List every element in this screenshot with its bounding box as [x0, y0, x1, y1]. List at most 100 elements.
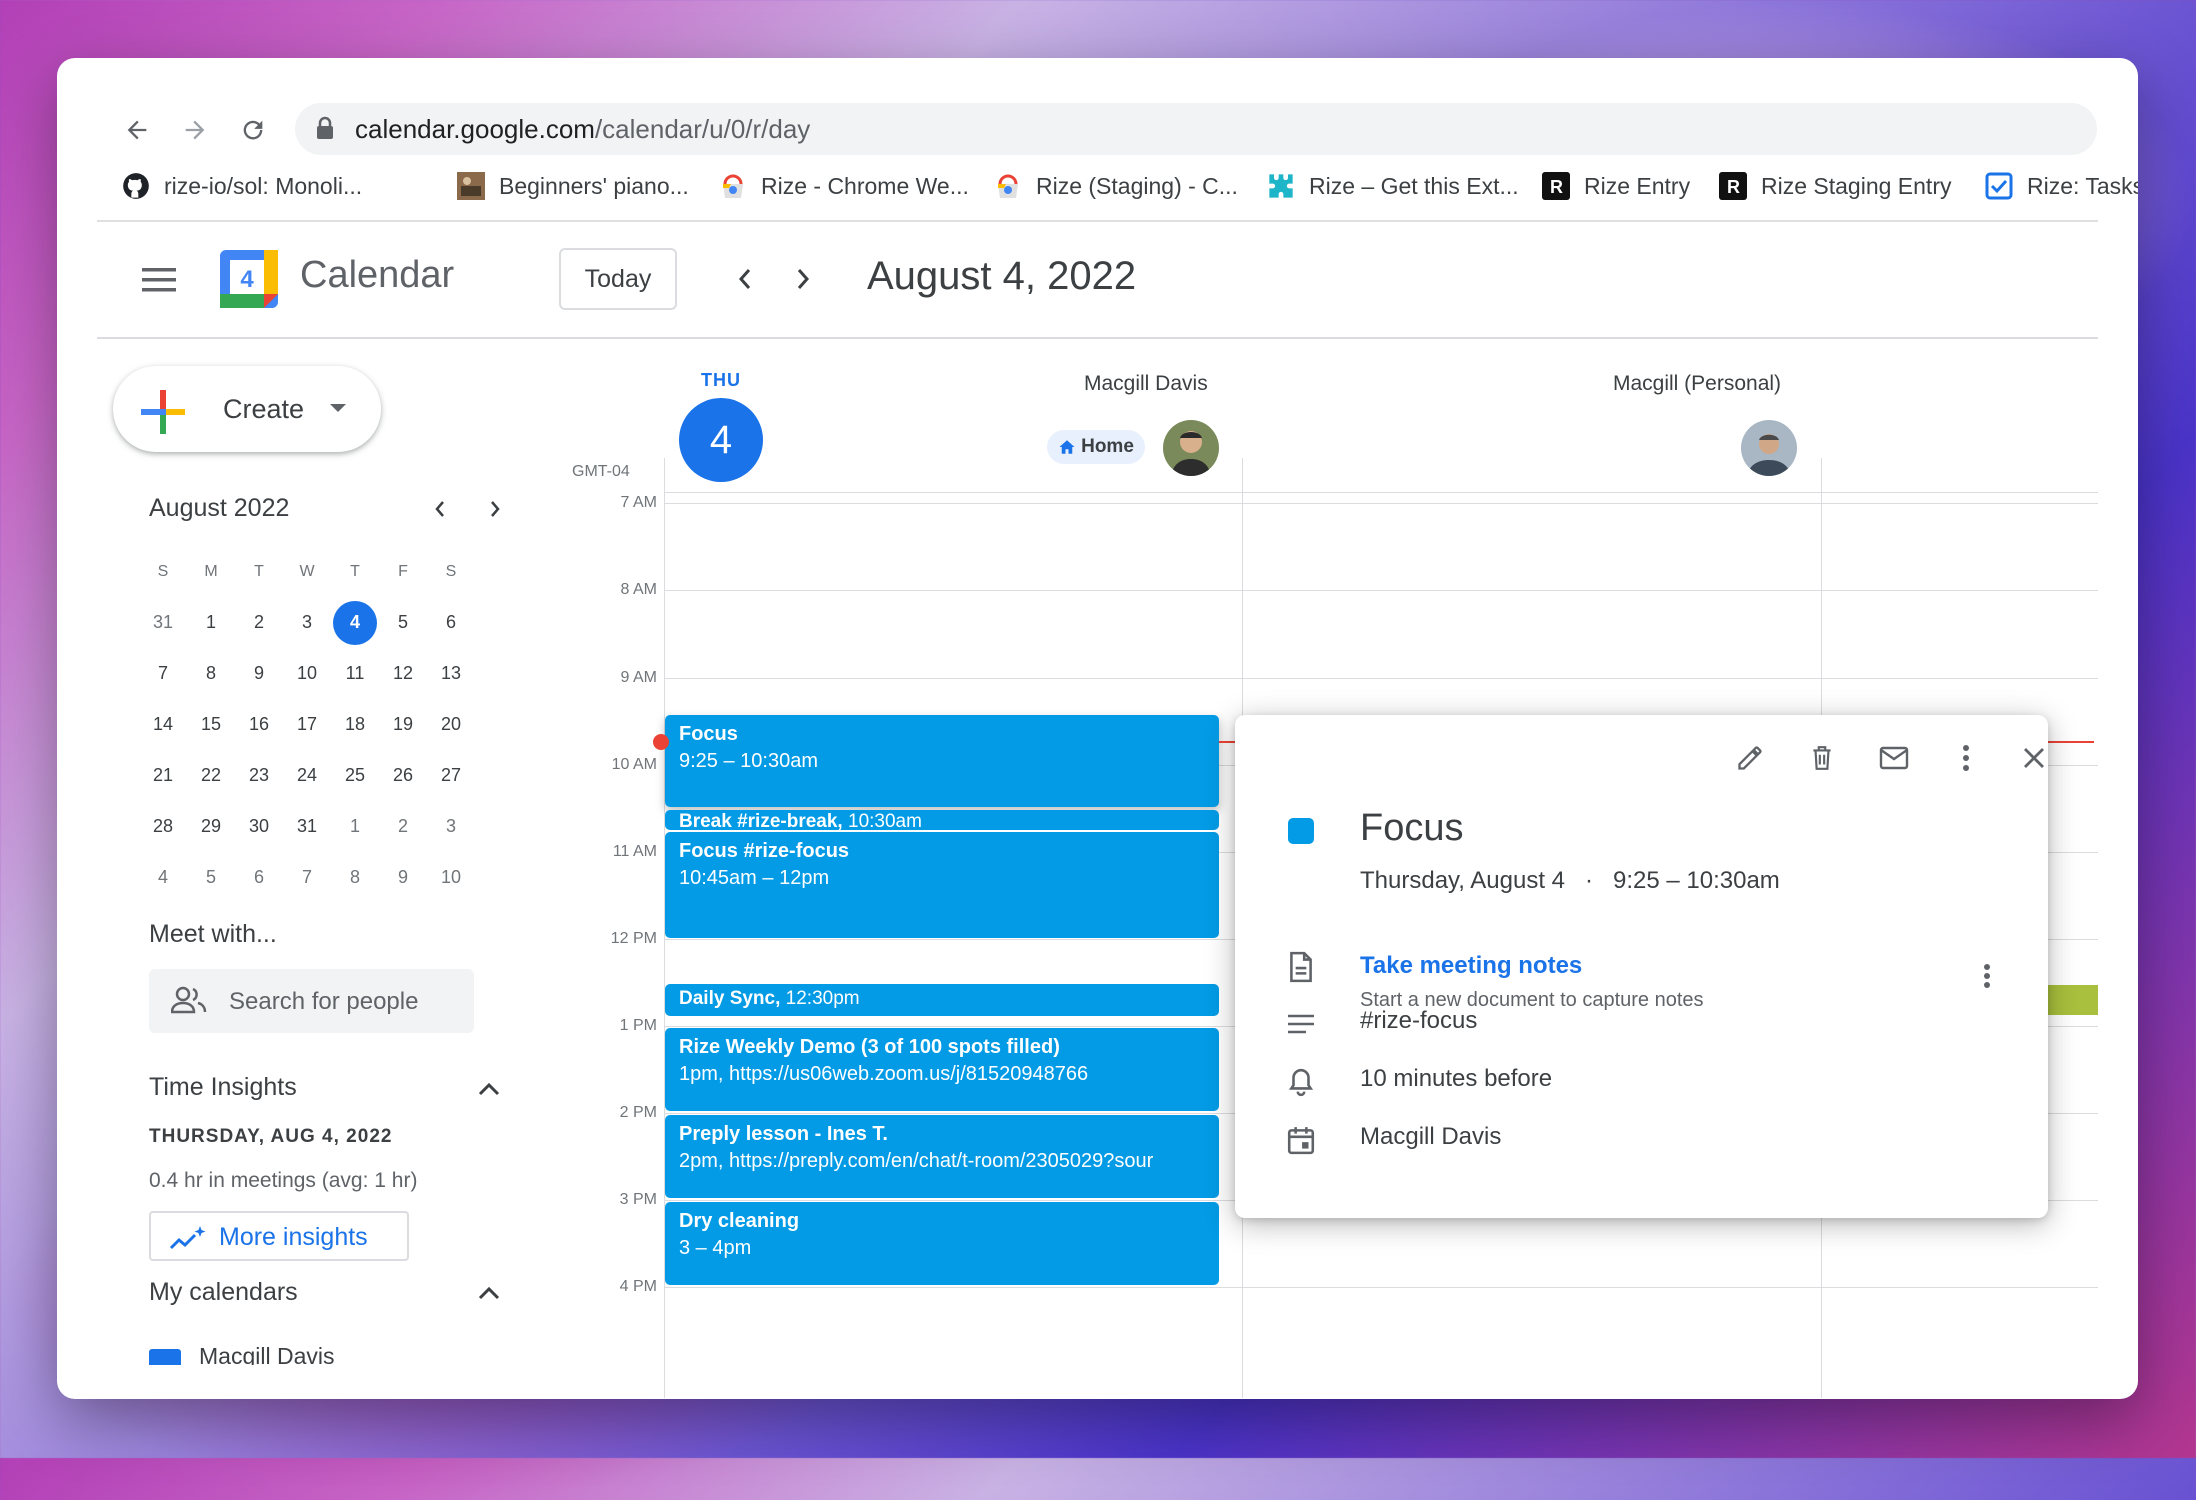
mini-calendar-day[interactable]: 16	[235, 699, 283, 750]
mini-calendar-day[interactable]: 7	[283, 852, 331, 903]
bookmark-item[interactable]: R Rize Entry	[1542, 163, 1690, 209]
mini-calendar-day[interactable]: 2	[379, 801, 427, 852]
event-preply-lesson[interactable]: Preply lesson - Ines T. 2pm, https://pre…	[665, 1115, 1219, 1198]
previous-day-icon[interactable]	[730, 264, 760, 294]
chrome-webstore-icon	[719, 172, 747, 200]
today-button[interactable]: Today	[559, 248, 677, 310]
bell-icon	[1283, 1064, 1319, 1100]
event-focus[interactable]: Focus 9:25 – 10:30am	[665, 715, 1219, 807]
mini-calendar-day[interactable]: 10	[427, 852, 475, 903]
mini-calendar-day[interactable]: 14	[139, 699, 187, 750]
r-logo-icon: R	[1719, 172, 1747, 200]
mini-next-month-icon[interactable]	[482, 496, 508, 522]
mini-calendar-day[interactable]: 2	[235, 597, 283, 648]
weekday-label: S	[157, 562, 169, 580]
hour-label: 11 AM	[612, 843, 657, 860]
mini-calendar-day[interactable]: 30	[235, 801, 283, 852]
reload-icon[interactable]	[233, 110, 273, 150]
event-rize-weekly-demo[interactable]: Rize Weekly Demo (3 of 100 spots filled)…	[665, 1028, 1219, 1111]
event-dry-cleaning[interactable]: Dry cleaning 3 – 4pm	[665, 1202, 1219, 1285]
working-location-chip[interactable]: Home	[1047, 430, 1145, 464]
mini-calendar-day[interactable]: 8	[331, 852, 379, 903]
bookmark-item[interactable]: Rize: Tasks -	[1985, 163, 2138, 209]
more-insights-button[interactable]: More insights	[149, 1211, 409, 1261]
mini-calendar-day[interactable]: 4	[139, 852, 187, 903]
mini-calendar-day[interactable]: 21	[139, 750, 187, 801]
mini-calendar-day[interactable]: 1	[187, 597, 235, 648]
mini-calendar-day[interactable]: 25	[331, 750, 379, 801]
mini-calendar-day[interactable]: 5	[187, 852, 235, 903]
event-focus-rize[interactable]: Focus #rize-focus 10:45am – 12pm	[665, 832, 1219, 938]
delete-icon[interactable]	[1803, 739, 1841, 777]
mini-calendar-day[interactable]: 3	[283, 597, 331, 648]
calendar-list-item[interactable]: Macgill Davis	[149, 1343, 449, 1365]
bookmark-item[interactable]: R Rize Staging Entry	[1719, 163, 1951, 209]
divider	[664, 492, 2098, 493]
mini-calendar-day[interactable]: 9	[235, 648, 283, 699]
mini-calendar-day[interactable]: 17	[283, 699, 331, 750]
event-break[interactable]: Break #rize-break, 10:30am	[665, 810, 1219, 830]
mini-calendar-day[interactable]: 12	[379, 648, 427, 699]
edit-icon[interactable]	[1731, 739, 1769, 777]
more-options-icon[interactable]	[1947, 739, 1985, 777]
checkbox-checked-icon[interactable]	[149, 1349, 181, 1365]
mini-calendar-day[interactable]: 10	[283, 648, 331, 699]
search-people-input[interactable]: Search for people	[149, 969, 474, 1033]
mini-calendar-day[interactable]: 6	[235, 852, 283, 903]
calendar-logo-icon[interactable]: 4	[220, 250, 278, 308]
mini-calendar-day-selected[interactable]: 4	[331, 597, 379, 648]
hour-label: 2 PM	[619, 1104, 657, 1121]
collapse-my-calendars-icon[interactable]	[474, 1278, 504, 1308]
mini-calendar-day[interactable]: 31	[283, 801, 331, 852]
day-number[interactable]: 4	[679, 398, 763, 482]
mini-calendar-day[interactable]: 23	[235, 750, 283, 801]
bookmark-item[interactable]: Rize (Staging) - C...	[994, 163, 1238, 209]
puzzle-icon	[1267, 172, 1295, 200]
event-description: #rize-focus	[1360, 1007, 1478, 1034]
mini-calendar-weekdays: S M T W T F S	[139, 546, 475, 597]
hour-label: 8 AM	[620, 581, 657, 598]
mini-calendar-day[interactable]: 20	[427, 699, 475, 750]
mini-calendar-day[interactable]: 27	[427, 750, 475, 801]
mini-calendar-day[interactable]: 13	[427, 648, 475, 699]
mini-calendar-day[interactable]: 29	[187, 801, 235, 852]
back-icon[interactable]	[117, 110, 157, 150]
mini-calendar-day[interactable]: 15	[187, 699, 235, 750]
chrome-webstore-icon	[994, 172, 1022, 200]
mini-calendar-day[interactable]: 19	[379, 699, 427, 750]
mini-calendar-day[interactable]: 24	[283, 750, 331, 801]
take-meeting-notes-link[interactable]: Take meeting notes	[1360, 952, 1582, 980]
mini-calendar-day[interactable]: 9	[379, 852, 427, 903]
bookmark-item[interactable]: Rize – Get this Ext...	[1267, 163, 1519, 209]
create-button[interactable]: Create	[113, 366, 381, 452]
main-menu-icon[interactable]	[142, 266, 178, 299]
avatar[interactable]	[1741, 420, 1797, 476]
event-partial[interactable]	[2047, 985, 2098, 1015]
next-day-icon[interactable]	[788, 264, 818, 294]
bookmark-item[interactable]: Rize - Chrome We...	[719, 163, 969, 209]
close-icon[interactable]	[2015, 739, 2053, 777]
day-of-week-label: THU	[701, 370, 741, 390]
mini-calendar-day[interactable]: 11	[331, 648, 379, 699]
avatar[interactable]	[1163, 420, 1219, 476]
notes-more-options-icon[interactable]	[1968, 957, 2006, 995]
mini-calendar-day[interactable]: 8	[187, 648, 235, 699]
mini-calendar-day[interactable]: 3	[427, 801, 475, 852]
address-bar[interactable]: calendar.google.com/calendar/u/0/r/day	[295, 103, 2097, 155]
mini-calendar-day[interactable]: 7	[139, 648, 187, 699]
mini-calendar-day[interactable]: 28	[139, 801, 187, 852]
mini-calendar-day[interactable]: 6	[427, 597, 475, 648]
mini-calendar-day[interactable]: 5	[379, 597, 427, 648]
bookmark-item[interactable]: rize-io/sol: Monoli...	[122, 163, 362, 209]
bookmark-item[interactable]: Beginners' piano...	[457, 163, 689, 209]
mini-calendar-day[interactable]: 1	[331, 801, 379, 852]
event-daily-sync[interactable]: Daily Sync, 12:30pm	[665, 984, 1219, 1016]
mini-calendar-day[interactable]: 26	[379, 750, 427, 801]
collapse-insights-icon[interactable]	[474, 1074, 504, 1104]
mini-calendar-day[interactable]: 22	[187, 750, 235, 801]
mini-calendar-day[interactable]: 31	[139, 597, 187, 648]
mini-calendar-day[interactable]: 18	[331, 699, 379, 750]
forward-icon[interactable]	[175, 110, 215, 150]
mini-prev-month-icon[interactable]	[427, 496, 453, 522]
email-icon[interactable]	[1875, 739, 1913, 777]
